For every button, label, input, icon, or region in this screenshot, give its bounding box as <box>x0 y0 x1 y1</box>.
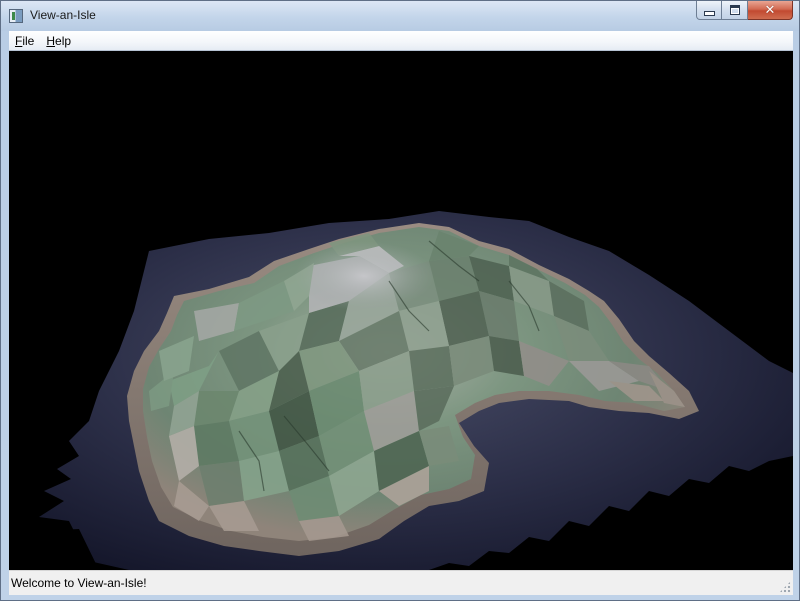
restore-icon <box>729 5 740 15</box>
app-icon[interactable] <box>9 9 23 23</box>
app-window: View-an-Isle ✕ File Help Welcome to View… <box>0 0 800 601</box>
menu-file[interactable]: File <box>9 32 40 50</box>
resize-grip-icon[interactable] <box>779 581 791 593</box>
maximize-button[interactable] <box>722 1 748 20</box>
menu-help[interactable]: Help <box>40 32 77 50</box>
terrain-render <box>9 211 793 570</box>
mountain-peak <box>294 241 434 311</box>
close-button[interactable]: ✕ <box>748 1 793 20</box>
minimize-icon <box>703 10 715 16</box>
close-icon: ✕ <box>764 2 776 18</box>
status-message: Welcome to View-an-Isle! <box>11 576 147 590</box>
window-title: View-an-Isle <box>30 8 96 22</box>
minimize-button[interactable] <box>696 1 722 20</box>
3d-viewport[interactable] <box>9 51 793 570</box>
caption-buttons: ✕ <box>696 1 793 21</box>
status-bar: Welcome to View-an-Isle! <box>9 570 793 595</box>
title-bar[interactable]: View-an-Isle ✕ <box>1 1 799 31</box>
menu-bar: File Help <box>9 31 793 51</box>
